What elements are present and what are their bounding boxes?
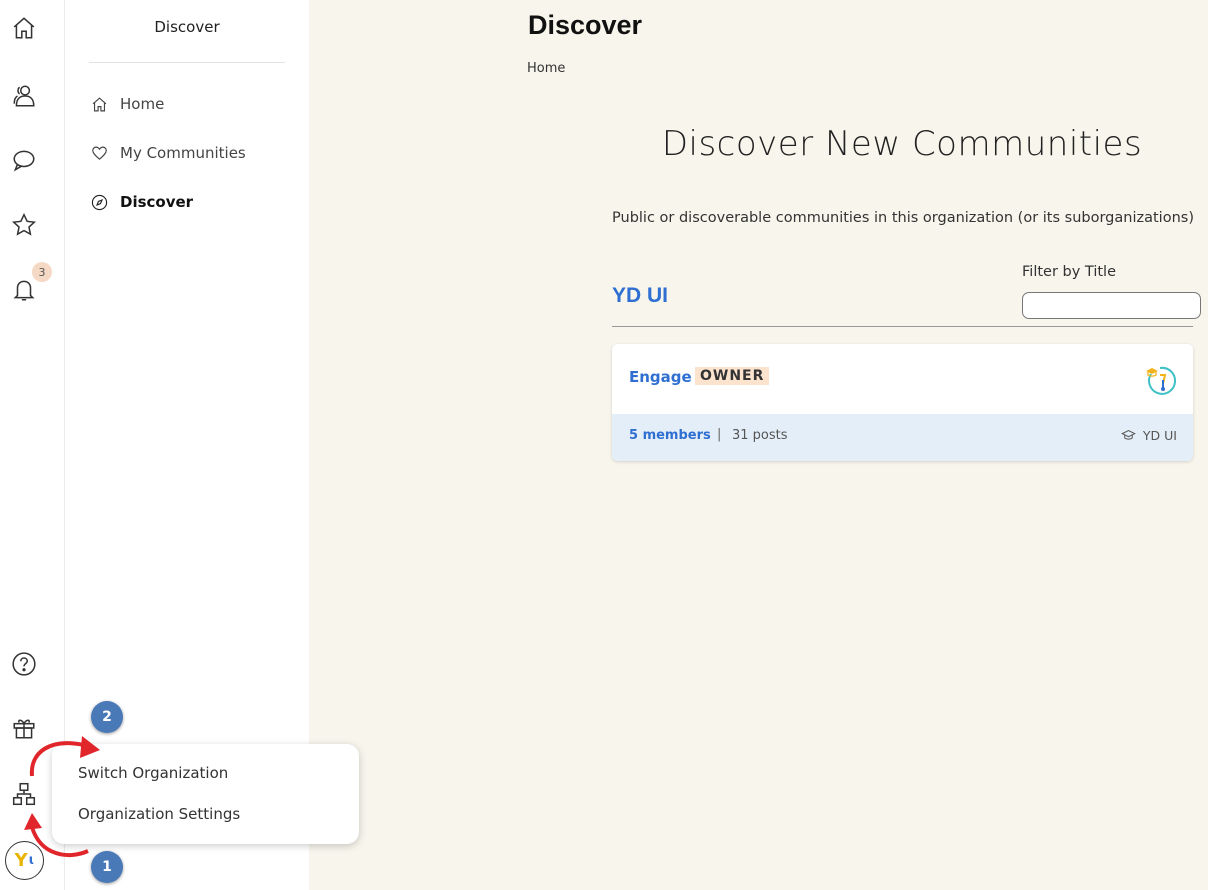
home-icon (92, 96, 107, 111)
sidebar-item-label: Home (120, 95, 165, 113)
chat-icon[interactable] (10, 146, 38, 174)
people-icon[interactable] (10, 82, 38, 110)
sidebar-item-my-communities[interactable]: My Communities (91, 141, 246, 165)
posts-count: 31 posts (732, 428, 788, 443)
star-icon[interactable] (10, 211, 38, 239)
sidebar-title: Discover (154, 18, 220, 36)
members-link[interactable]: 5 members (629, 428, 711, 443)
sidebar-item-discover[interactable]: Discover (91, 190, 193, 214)
heart-icon (92, 146, 107, 160)
community-logo-icon (1146, 366, 1177, 395)
organization-heading: YD UI (612, 284, 669, 307)
stats-separator: | (717, 427, 722, 442)
community-card-footer: 5 members | 31 posts YD UI (612, 414, 1193, 461)
filter-label: Filter by Title (1022, 264, 1116, 280)
community-card-header: Engage OWNER (612, 344, 1193, 414)
sidebar-item-home[interactable]: Home (91, 92, 164, 116)
section-divider (612, 326, 1193, 327)
sidebar-item-label: My Communities (120, 144, 246, 162)
community-name-link[interactable]: Engage (629, 368, 692, 386)
step-2-marker: 2 (91, 701, 123, 733)
graduation-cap-icon (1121, 429, 1136, 440)
compass-icon (91, 194, 108, 210)
step-1-marker: 1 (91, 851, 123, 883)
hero-heading: Discover New Communities (661, 124, 1143, 164)
community-organization: YD UI (1121, 428, 1177, 443)
breadcrumb[interactable]: Home (527, 61, 565, 76)
avatar-letter: Y (14, 850, 28, 871)
sidebar-divider (89, 62, 285, 63)
role-badge: OWNER (695, 367, 770, 385)
avatar-brush-icon: ɩ (28, 853, 35, 868)
home-icon[interactable] (10, 14, 38, 42)
avatar[interactable]: Yɩ (5, 841, 44, 880)
page-title: Discover (528, 10, 643, 40)
organization-menu: Switch Organization Organization Setting… (52, 744, 359, 844)
organization-settings-menu-item[interactable]: Organization Settings (78, 805, 240, 823)
sidebar-item-label: Discover (120, 193, 194, 211)
filter-by-title-input[interactable] (1022, 292, 1201, 319)
community-card[interactable]: Engage OWNER 5 members | 31 posts YD UI (612, 344, 1193, 461)
organization-icon[interactable] (10, 780, 38, 808)
community-organization-name: YD UI (1142, 428, 1177, 443)
bell-icon[interactable] (10, 276, 38, 304)
gift-icon[interactable] (10, 714, 38, 742)
switch-organization-menu-item[interactable]: Switch Organization (78, 764, 228, 782)
notification-badge: 3 (32, 262, 52, 282)
page-subtitle: Public or discoverable communities in th… (612, 210, 1194, 226)
help-icon[interactable] (10, 650, 38, 678)
